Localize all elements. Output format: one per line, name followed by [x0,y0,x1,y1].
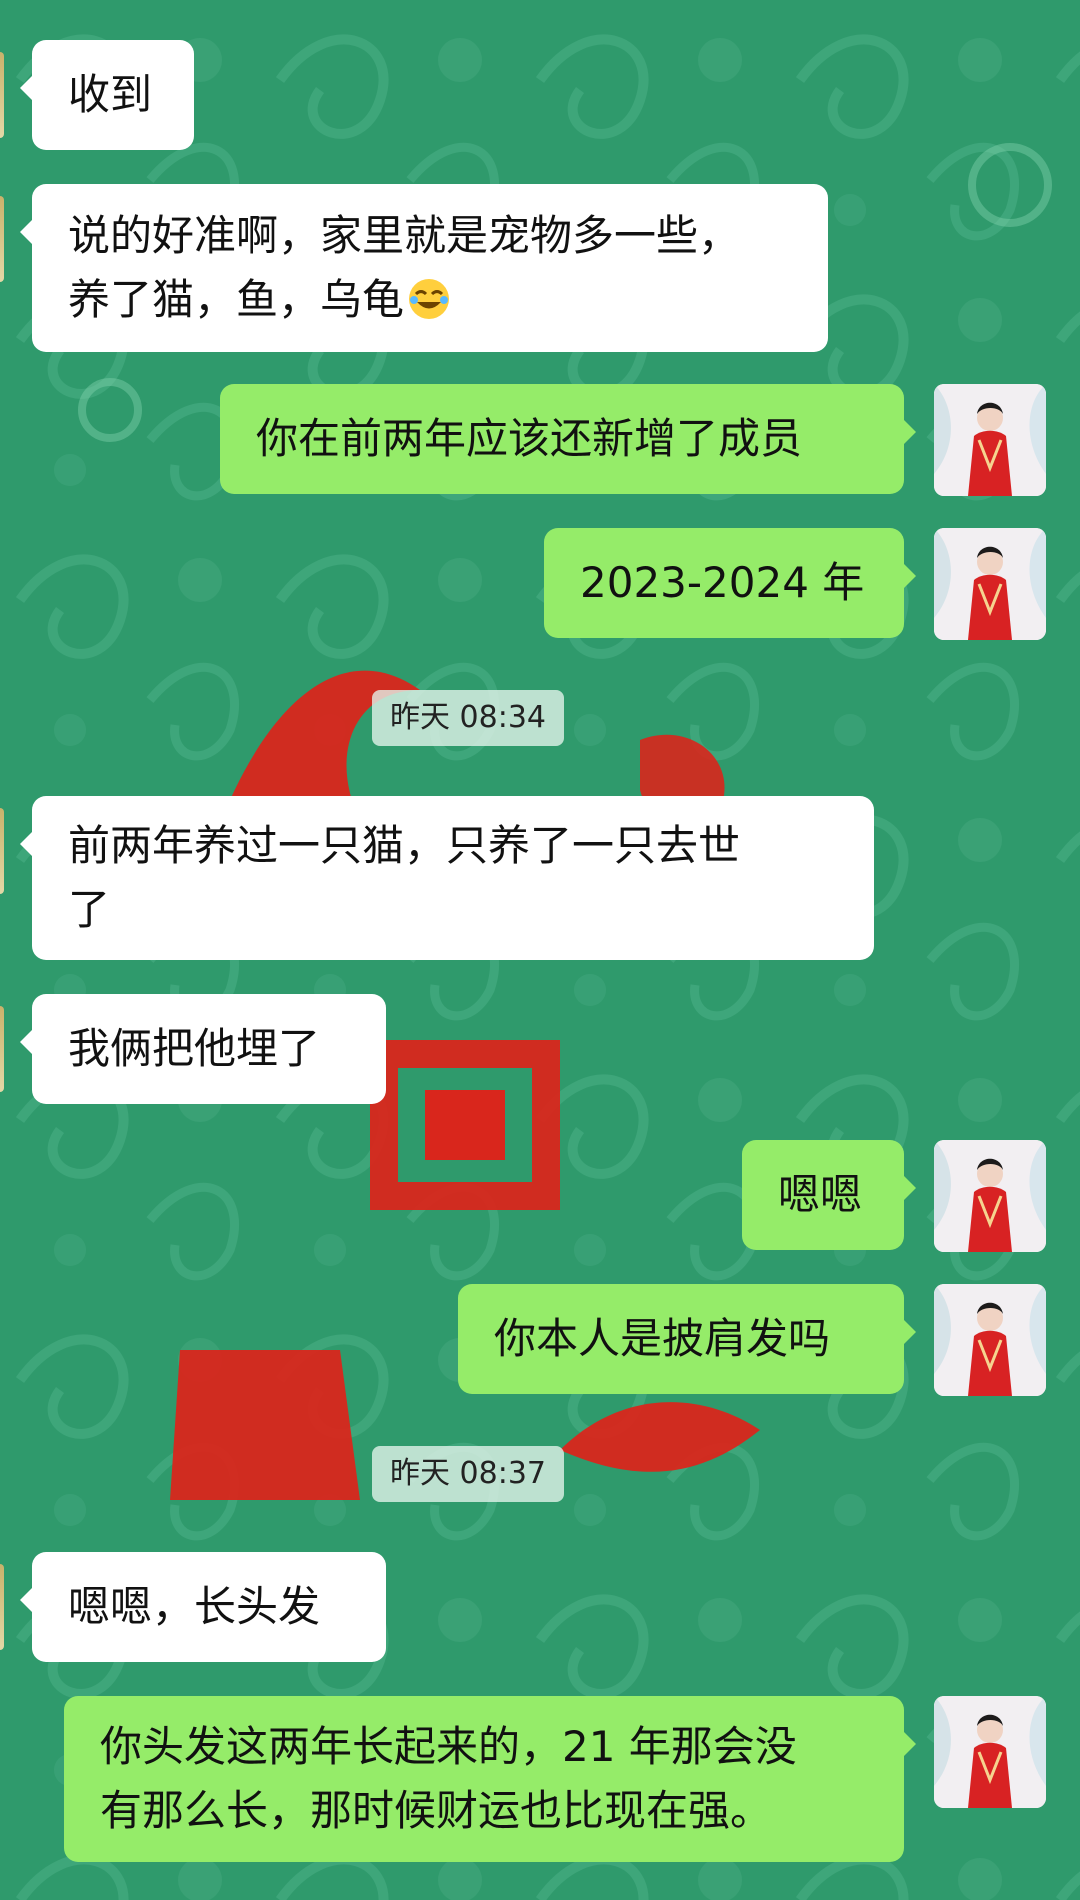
user-avatar[interactable] [934,1284,1046,1396]
message-text-line: 说的好准啊，家里就是宠物多一些， [68,211,741,260]
message-text: 嗯嗯 [778,1170,863,1219]
user-avatar-red-costume-icon [934,1284,1046,1396]
bubble-tail [904,1320,916,1344]
partial-avatar-edge [0,196,4,282]
user-avatar[interactable] [934,1696,1046,1808]
message-bubble-outgoing[interactable]: 你头发这两年长起来的，21 年那会没 有那么长，那时候财运也比现在强。 [64,1696,916,1862]
message-bubble-outgoing[interactable]: 你在前两年应该还新增了成员 [220,384,916,494]
user-avatar[interactable] [934,1140,1046,1252]
message-text-line: 有那么长，那时候财运也比现在强。 [100,1786,773,1835]
message-text-line: 了 [68,885,111,934]
message-text: 我俩把他埋了 [68,1024,321,1073]
partial-avatar-edge [0,808,4,894]
message-bubble-incoming[interactable]: 收到 [20,40,194,150]
bubble-tail [20,220,32,244]
message-bubble-incoming[interactable]: 说的好准啊，家里就是宠物多一些， 养了猫，鱼，乌龟 [20,184,828,352]
user-avatar[interactable] [934,384,1046,496]
bubble-tail [20,1030,32,1054]
user-avatar[interactable] [934,528,1046,640]
partial-avatar-edge [0,52,4,138]
message-text-line: 前两年养过一只猫，只养了一只去世 [68,821,741,870]
message-bubble-outgoing[interactable]: 嗯嗯 [742,1140,916,1250]
partial-avatar-edge [0,1006,4,1092]
message-bubble-incoming[interactable]: 我俩把他埋了 [20,994,386,1104]
message-bubble-outgoing[interactable]: 你本人是披肩发吗 [458,1284,916,1394]
message-text-line: 你头发这两年长起来的，21 年那会没 [100,1722,797,1771]
bubble-tail [20,76,32,100]
message-text: 嗯嗯，长头发 [68,1582,321,1631]
message-bubble-outgoing[interactable]: 2023-2024 年 [544,528,916,638]
bubble-tail [20,832,32,856]
user-avatar-red-costume-icon [934,528,1046,640]
message-bubble-incoming[interactable]: 嗯嗯，长头发 [20,1552,386,1662]
message-text-line: 养了猫，鱼，乌龟 [68,275,405,324]
timestamp-badge: 昨天 08:34 [372,690,564,746]
bubble-tail [20,1588,32,1612]
message-bubble-incoming[interactable]: 前两年养过一只猫，只养了一只去世 了 [20,796,874,960]
bubble-tail [904,420,916,444]
bubble-tail [904,1176,916,1200]
user-avatar-red-costume-icon [934,384,1046,496]
message-text: 你本人是披肩发吗 [494,1314,831,1363]
laughing-crying-emoji-icon [409,279,450,319]
message-text: 2023-2024 年 [580,558,865,607]
user-avatar-red-costume-icon [934,1140,1046,1252]
partial-avatar-edge [0,1564,4,1650]
bubble-tail [904,1732,916,1756]
bubble-tail [904,564,916,588]
timestamp-badge: 昨天 08:37 [372,1446,564,1502]
chat-message-list[interactable]: 收到 说的好准啊，家里就是宠物多一些， 养了猫，鱼，乌龟 你在前两年应该还新增了… [0,0,1080,1900]
message-text: 收到 [68,70,153,119]
user-avatar-red-costume-icon [934,1696,1046,1808]
message-text: 你在前两年应该还新增了成员 [256,414,803,463]
